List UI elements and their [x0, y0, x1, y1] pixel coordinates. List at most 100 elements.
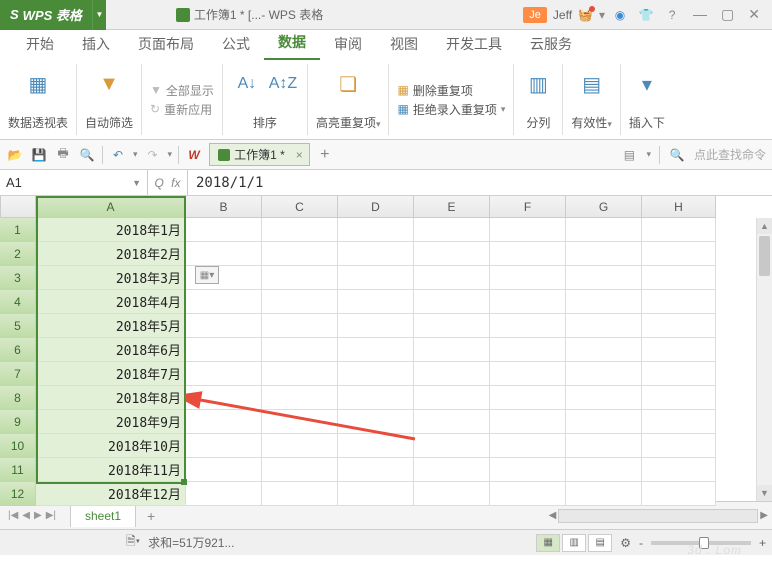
- help-icon[interactable]: ?: [663, 6, 681, 24]
- row-header[interactable]: 7: [0, 362, 36, 386]
- cell[interactable]: [262, 338, 338, 362]
- cell[interactable]: [566, 434, 642, 458]
- redo-icon[interactable]: ↷: [144, 146, 162, 164]
- cell[interactable]: [642, 458, 716, 482]
- sort-group[interactable]: A↓ A↕Z 排序: [223, 64, 308, 135]
- cell[interactable]: [566, 242, 642, 266]
- tab-review[interactable]: 审阅: [320, 28, 376, 60]
- cell[interactable]: 2018年5月: [36, 314, 186, 338]
- select-all-corner[interactable]: [0, 196, 36, 218]
- cell[interactable]: [642, 266, 716, 290]
- zoom-out-button[interactable]: -: [639, 536, 643, 550]
- cell[interactable]: [338, 338, 414, 362]
- cell[interactable]: [566, 458, 642, 482]
- row-header[interactable]: 11: [0, 458, 36, 482]
- cell[interactable]: [566, 290, 642, 314]
- hscroll-left[interactable]: ◀: [549, 510, 557, 521]
- basket-icon[interactable]: 🧺: [578, 8, 593, 22]
- cell[interactable]: [414, 458, 490, 482]
- cell[interactable]: 2018年2月: [36, 242, 186, 266]
- minimize-button[interactable]: —: [693, 6, 707, 23]
- cell[interactable]: 2018年1月: [36, 218, 186, 242]
- row-header[interactable]: 6: [0, 338, 36, 362]
- tab-data[interactable]: 数据: [264, 26, 320, 60]
- cell[interactable]: [338, 290, 414, 314]
- cell[interactable]: [262, 434, 338, 458]
- formula-input[interactable]: 2018/1/1: [188, 170, 772, 195]
- highlight-dup-group[interactable]: ❏ 高亮重复项▾: [308, 64, 390, 135]
- cell[interactable]: [414, 434, 490, 458]
- cell[interactable]: 2018年4月: [36, 290, 186, 314]
- cell[interactable]: [490, 458, 566, 482]
- view-break[interactable]: ▤: [588, 534, 612, 552]
- scroll-down-arrow[interactable]: ▼: [757, 485, 772, 501]
- new-tab-button[interactable]: +: [316, 146, 334, 164]
- cell[interactable]: [414, 482, 490, 506]
- row-header[interactable]: 3: [0, 266, 36, 290]
- cell[interactable]: [186, 458, 262, 482]
- print-icon[interactable]: 🖶: [54, 146, 72, 164]
- cell[interactable]: [414, 290, 490, 314]
- doc-stat-icon[interactable]: 🗎▾: [126, 532, 140, 553]
- col-header-A[interactable]: A: [36, 196, 186, 218]
- insert-dropdown-group[interactable]: ▾ 插入下: [621, 64, 673, 135]
- shirt-icon[interactable]: 👕: [637, 6, 655, 24]
- cell[interactable]: [490, 482, 566, 506]
- row-header[interactable]: 4: [0, 290, 36, 314]
- cell[interactable]: [642, 434, 716, 458]
- tab-insert[interactable]: 插入: [68, 28, 124, 60]
- cell[interactable]: [262, 314, 338, 338]
- cell[interactable]: [566, 410, 642, 434]
- cell[interactable]: [490, 410, 566, 434]
- row-header[interactable]: 12: [0, 482, 36, 506]
- name-box[interactable]: A1 ▼: [0, 170, 148, 195]
- sheet-nav-prev[interactable]: ◀: [22, 510, 30, 521]
- cell[interactable]: [338, 386, 414, 410]
- print-preview-icon[interactable]: 🔍: [78, 146, 96, 164]
- cell[interactable]: [186, 314, 262, 338]
- sheet-nav-next[interactable]: ▶: [34, 510, 42, 521]
- cell[interactable]: [414, 242, 490, 266]
- cell[interactable]: [490, 266, 566, 290]
- cell[interactable]: [186, 410, 262, 434]
- cell[interactable]: [338, 410, 414, 434]
- cell[interactable]: [642, 218, 716, 242]
- cell[interactable]: [262, 362, 338, 386]
- undo-icon[interactable]: ↶: [109, 146, 127, 164]
- cell[interactable]: [262, 482, 338, 506]
- col-header-H[interactable]: H: [642, 196, 716, 218]
- name-box-arrow-icon[interactable]: ▼: [132, 178, 141, 188]
- reapply-button[interactable]: ↻重新应用: [150, 101, 214, 118]
- app-menu-arrow[interactable]: ▼: [92, 0, 106, 30]
- cell[interactable]: [566, 338, 642, 362]
- cell[interactable]: [338, 434, 414, 458]
- cell[interactable]: [490, 362, 566, 386]
- user-name[interactable]: Jeff: [553, 8, 572, 22]
- hscroll-right[interactable]: ▶: [760, 510, 768, 521]
- col-header-G[interactable]: G: [566, 196, 642, 218]
- cell[interactable]: [490, 314, 566, 338]
- add-sheet-button[interactable]: +: [142, 508, 160, 524]
- row-header[interactable]: 9: [0, 410, 36, 434]
- view-page[interactable]: ▥: [562, 534, 586, 552]
- cell[interactable]: 2018年6月: [36, 338, 186, 362]
- maximize-button[interactable]: ▢: [721, 6, 734, 23]
- cell[interactable]: [414, 218, 490, 242]
- cell[interactable]: [338, 266, 414, 290]
- cell[interactable]: [490, 434, 566, 458]
- cell[interactable]: [338, 314, 414, 338]
- cell[interactable]: [414, 338, 490, 362]
- cell[interactable]: [642, 290, 716, 314]
- cell[interactable]: [262, 266, 338, 290]
- sheet-tab[interactable]: sheet1: [70, 504, 136, 527]
- sheet-nav-last[interactable]: ▶|: [46, 510, 56, 521]
- cell[interactable]: 2018年7月: [36, 362, 186, 386]
- cell[interactable]: [642, 242, 716, 266]
- cell[interactable]: [566, 266, 642, 290]
- cell[interactable]: [642, 482, 716, 506]
- tab-view[interactable]: 视图: [376, 28, 432, 60]
- cell[interactable]: 2018年9月: [36, 410, 186, 434]
- cell[interactable]: [262, 386, 338, 410]
- cell[interactable]: 2018年3月: [36, 266, 186, 290]
- close-button[interactable]: ✕: [748, 6, 760, 23]
